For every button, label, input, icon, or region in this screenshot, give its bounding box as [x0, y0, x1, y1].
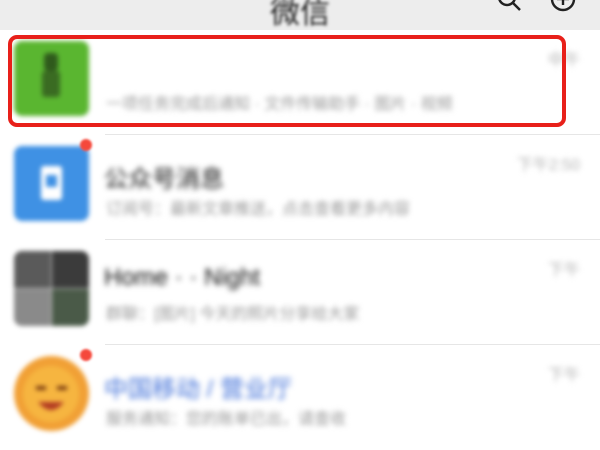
chat-time: 下午: [547, 262, 580, 279]
chat-row[interactable]: 中国移动 / 营业厅 服务通知：您的账单已出，请查收 下午: [0, 345, 600, 450]
chat-time: 下午2:50: [516, 157, 580, 174]
chat-preview: 服务通知：您的账单已出，请查收: [106, 411, 347, 428]
chat-name: Home · · Night: [104, 264, 261, 291]
chat-time: 中午: [547, 52, 580, 69]
app-header: 微信: [0, 0, 600, 30]
search-icon[interactable]: [496, 0, 522, 12]
chat-name: 中国移动 / 营业厅: [104, 376, 293, 403]
chat-time: 下午: [547, 367, 580, 384]
chat-preview: 一项任务完成后通知 · 文件传输助手 · 图片 · 视频: [106, 96, 453, 113]
chat-row[interactable]: 公众号消息 订阅号：最新文章推送，点击查看更多内容 下午2:50: [0, 135, 600, 240]
chat-row[interactable]: Home · · Night 群聊：[图片] 今天的照片分享给大家 下午: [0, 240, 600, 345]
chat-preview: 订阅号：最新文章推送，点击查看更多内容: [106, 201, 411, 218]
plus-circle-icon[interactable]: [550, 0, 576, 12]
unread-badge: [80, 349, 92, 361]
chat-name: 公众号消息: [104, 166, 224, 193]
avatar: [14, 41, 89, 116]
chat-list: 一项任务完成后通知 · 文件传输助手 · 图片 · 视频 中午 公众号消息 订阅…: [0, 30, 600, 431]
avatar: [14, 251, 89, 326]
chat-preview: 群聊：[图片] 今天的照片分享给大家: [106, 306, 360, 323]
chat-row[interactable]: 一项任务完成后通知 · 文件传输助手 · 图片 · 视频 中午: [0, 30, 600, 135]
unread-badge: [80, 139, 92, 151]
avatar: [14, 146, 89, 221]
